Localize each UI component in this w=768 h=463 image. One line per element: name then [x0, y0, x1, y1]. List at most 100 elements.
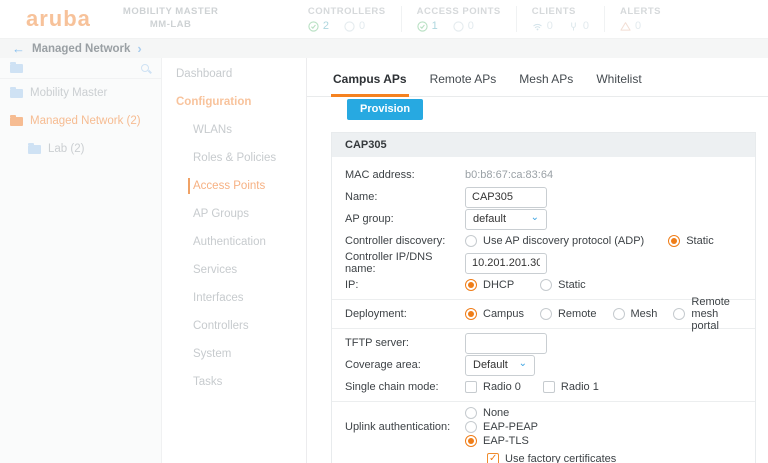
panel-title: CAP305 — [332, 133, 755, 157]
stat-value: 0 — [546, 20, 553, 32]
dhcp-radio-option[interactable]: DHCP — [465, 279, 514, 291]
uplink-option-label: None — [483, 406, 510, 419]
search-icon[interactable] — [141, 64, 149, 72]
factory-certificates-checkbox-option[interactable]: Use factory certificates — [487, 453, 616, 463]
stat-value: 0 — [467, 20, 474, 32]
checkbox-checked-icon[interactable] — [487, 453, 499, 463]
menu-item-roles-policies[interactable]: Roles & Policies — [162, 144, 306, 172]
stat-value: 0 — [358, 20, 366, 32]
deployment-mesh-option[interactable]: Mesh — [612, 308, 658, 320]
stat-value: 1 — [431, 20, 438, 32]
uplink-auth-options: None EAP-PEAP EAP-TLS — [465, 406, 538, 447]
tab-mesh-aps[interactable]: Mesh APs — [517, 68, 575, 96]
folder-icon — [28, 142, 41, 154]
radio-unselected-icon[interactable] — [540, 279, 553, 291]
stat-label: ACCESS POINTS — [416, 6, 501, 17]
radio-unselected-icon[interactable] — [465, 235, 477, 247]
tab-remote-aps[interactable]: Remote APs — [428, 68, 499, 96]
controller-discovery-label: Controller discovery: — [345, 235, 446, 247]
single-chain-row: Single chain mode: Radio 0 Radio 1 — [345, 377, 742, 397]
back-arrow-icon[interactable]: ← — [12, 41, 25, 56]
stat-alerts[interactable]: ALERTS 0 — [604, 6, 676, 32]
menu-item-configuration[interactable]: Configuration — [162, 88, 306, 116]
content-area: Campus APs Remote APs Mesh APs Whitelist… — [307, 58, 768, 463]
deployment-option-label: Mesh — [630, 308, 658, 320]
radio-unselected-icon[interactable] — [612, 308, 625, 320]
radio-unselected-icon[interactable] — [465, 406, 477, 419]
deployment-remote-option[interactable]: Remote — [539, 308, 597, 320]
controller-ip-label: Controller IP/DNS name: — [345, 251, 433, 275]
adp-radio-option[interactable]: Use AP discovery protocol (ADP) — [465, 235, 644, 247]
radio-unselected-icon[interactable] — [539, 308, 552, 320]
ap-group-label: AP group: — [345, 213, 394, 225]
menu-item-controllers[interactable]: Controllers — [162, 312, 306, 340]
tab-campus-aps[interactable]: Campus APs — [331, 68, 409, 97]
provision-button[interactable]: Provision — [347, 99, 424, 120]
tree-item-managed-network[interactable]: Managed Network (2) — [0, 107, 161, 135]
deployment-option-label: Remote — [557, 308, 597, 320]
folder-icon — [10, 86, 23, 98]
menu-item-dashboard[interactable]: Dashboard — [162, 60, 306, 88]
tree-item-lab[interactable]: Lab (2) — [0, 135, 161, 163]
ap-group-select[interactable]: default ⌄ — [465, 208, 547, 230]
name-row: Name: — [345, 186, 742, 208]
uplink-auth-row: Uplink authentication: None EAP-PEAP EAP… — [345, 406, 742, 447]
radio-unselected-icon[interactable] — [465, 420, 477, 433]
static-discovery-radio-option[interactable]: Static — [668, 235, 714, 247]
menu-item-access-points[interactable]: Access Points — [162, 172, 306, 200]
name-input[interactable] — [465, 186, 547, 208]
menu-item-authentication[interactable]: Authentication — [162, 228, 306, 256]
tftp-input[interactable] — [465, 332, 547, 354]
config-menu: Dashboard Configuration WLANs Roles & Po… — [162, 58, 307, 463]
radio-unselected-icon[interactable] — [673, 308, 686, 320]
checkbox-unchecked-icon[interactable] — [542, 381, 555, 393]
open-folder-icon — [10, 114, 23, 126]
single-chain-label: Single chain mode: — [345, 381, 439, 393]
uplink-eap-tls-option[interactable]: EAP-TLS — [465, 434, 538, 447]
menu-item-ap-groups[interactable]: AP Groups — [162, 200, 306, 228]
radio-selected-icon[interactable] — [668, 235, 681, 247]
stat-controllers[interactable]: CONTROLLERS 2 0 — [293, 6, 401, 32]
radio1-checkbox-option[interactable]: Radio 1 — [542, 381, 599, 393]
checkbox-unchecked-icon[interactable] — [465, 381, 477, 393]
breadcrumb-label[interactable]: Managed Network — [32, 43, 130, 55]
controller-ip-input[interactable] — [465, 252, 547, 274]
tftp-row: TFTP server: — [345, 332, 742, 354]
network-hierarchy-icon[interactable] — [10, 61, 23, 73]
check-circle-icon — [417, 20, 428, 32]
stat-clients[interactable]: CLIENTS 0 0 — [515, 6, 604, 32]
wired-icon — [568, 21, 579, 32]
deployment-remote-mesh-portal-option[interactable]: Remote mesh portal — [673, 296, 742, 332]
ap-provision-panel: CAP305 MAC address: b0:b8:67:ca:83:64 Na… — [331, 132, 756, 463]
radio-selected-icon[interactable] — [465, 434, 477, 447]
tree-item-mobility-master[interactable]: Mobility Master — [0, 79, 161, 107]
menu-item-tasks[interactable]: Tasks — [162, 368, 306, 396]
access-points-up: 1 — [417, 20, 438, 32]
chevron-down-icon: ⌄ — [518, 357, 527, 369]
ip-static-radio-option[interactable]: Static — [540, 279, 586, 291]
menu-item-interfaces[interactable]: Interfaces — [162, 284, 306, 312]
radio-selected-icon[interactable] — [465, 279, 477, 291]
coverage-area-row: Coverage area: Default ⌄ — [345, 354, 742, 376]
tftp-label: TFTP server: — [345, 337, 409, 349]
deployment-row: Deployment: Campus Remote Mesh Remote me… — [345, 296, 742, 332]
menu-item-wlans[interactable]: WLANs — [162, 116, 306, 144]
tree-toolbar — [0, 58, 161, 79]
coverage-area-select[interactable]: Default ⌄ — [465, 354, 535, 376]
uplink-auth-label: Uplink authentication: — [345, 420, 451, 433]
uplink-none-option[interactable]: None — [465, 406, 538, 419]
uplink-option-label: EAP-TLS — [483, 434, 529, 447]
menu-item-services[interactable]: Services — [162, 256, 306, 284]
ip-row: IP: DHCP Static — [345, 275, 742, 295]
deployment-campus-option[interactable]: Campus — [465, 308, 524, 320]
tree-item-label: Managed Network (2) — [30, 115, 141, 127]
tab-whitelist[interactable]: Whitelist — [594, 68, 643, 96]
clients-wired: 0 — [568, 20, 589, 32]
ap-group-row: AP group: default ⌄ — [345, 208, 742, 230]
radio0-checkbox-option[interactable]: Radio 0 — [465, 381, 521, 393]
menu-item-system[interactable]: System — [162, 340, 306, 368]
factory-certificates-label: Use factory certificates — [505, 453, 617, 463]
uplink-eap-peap-option[interactable]: EAP-PEAP — [465, 420, 538, 433]
stat-access-points[interactable]: ACCESS POINTS 1 0 — [400, 6, 516, 32]
radio-selected-icon[interactable] — [465, 308, 477, 320]
